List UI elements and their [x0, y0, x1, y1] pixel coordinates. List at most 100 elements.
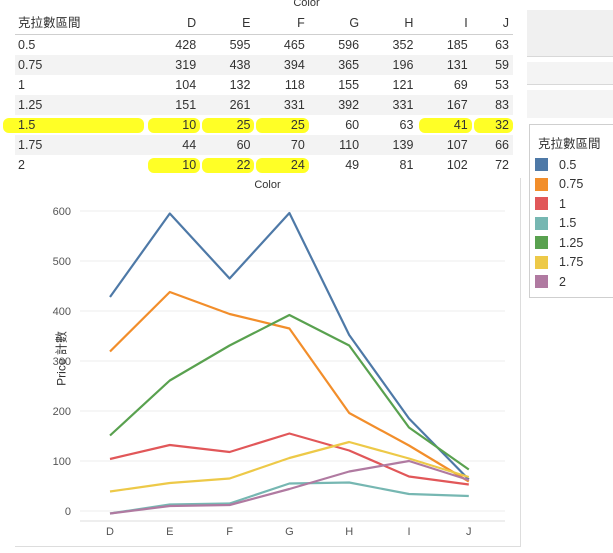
table-cell: 102: [446, 158, 468, 172]
legend-label: 2: [559, 274, 566, 289]
table-cell: 22: [236, 158, 251, 172]
table-cell: 151: [175, 98, 197, 112]
table-cell: 104: [175, 78, 197, 92]
legend-label: 1.75: [559, 255, 584, 270]
table-cell: 69: [453, 78, 468, 92]
table-cell: 60: [236, 138, 251, 152]
table-cell: 394: [283, 58, 305, 72]
table-cell: 596: [338, 38, 360, 52]
row-header-label: 克拉數區間: [15, 12, 146, 35]
side-panel-block: [527, 10, 613, 57]
table-cell: 132: [229, 78, 251, 92]
legend-item[interactable]: 1: [530, 194, 613, 214]
legend-swatch: [535, 255, 548, 269]
table-row: 0.5 428 595 465 596 352 185 63: [15, 35, 513, 56]
table-cell: 72: [495, 158, 509, 172]
legend-label: 1: [559, 196, 566, 211]
legend-item[interactable]: 2: [530, 272, 613, 292]
table-cell: 41: [453, 118, 468, 132]
legend-label: 0.5: [559, 157, 577, 172]
table-title: Color: [293, 0, 320, 9]
column-header-g: G: [308, 12, 364, 35]
table-cell: 155: [338, 78, 360, 92]
table-cell: 63: [399, 118, 414, 132]
table-cell: 107: [446, 138, 468, 152]
side-panel-block: [527, 90, 613, 118]
table-row: 0.75 319 438 394 365 196 131 59: [15, 55, 513, 75]
table-cell: 10: [182, 118, 197, 132]
legend-item[interactable]: 1.25: [530, 233, 613, 253]
table-row: 1.25 151 261 331 392 331 167 83: [15, 95, 513, 115]
table-cell: 331: [283, 98, 305, 112]
row-label: 0.5: [18, 38, 36, 52]
table-cell: 365: [338, 58, 360, 72]
table-cell: 185: [446, 38, 468, 52]
row-label: 1.25: [18, 98, 43, 112]
column-header-j: J: [471, 12, 513, 35]
legend-label: 1.5: [559, 216, 577, 231]
legend-item[interactable]: 0.75: [530, 175, 613, 195]
row-label: 1: [18, 78, 25, 92]
row-label: 1.5: [18, 118, 36, 132]
table-cell: 121: [392, 78, 414, 92]
chart-frame: [15, 178, 521, 547]
table-cell: 392: [338, 98, 360, 112]
table-cell: 331: [392, 98, 414, 112]
table-cell: 167: [446, 98, 468, 112]
table-cell: 25: [290, 118, 305, 132]
table-cell: 81: [399, 158, 414, 172]
chart-title: Color: [254, 179, 281, 191]
table-cell: 49: [345, 158, 360, 172]
legend-item[interactable]: 1.75: [530, 253, 613, 273]
table-cell: 131: [446, 58, 468, 72]
column-header-f: F: [254, 12, 309, 35]
legend-title: 克拉數區間: [538, 137, 601, 151]
legend-item[interactable]: 0.5: [530, 155, 613, 175]
row-label: 2: [18, 158, 25, 172]
row-label: 0.75: [18, 58, 43, 72]
table-cell: 24: [290, 158, 305, 172]
table-cell: 261: [229, 98, 251, 112]
table-cell: 10: [182, 158, 197, 172]
legend-swatch: [535, 158, 548, 172]
table-row: 2 10 22 24 49 81 102 72: [15, 155, 513, 175]
legend-swatch: [535, 177, 548, 191]
table-cell: 70: [290, 138, 305, 152]
column-header-h: H: [363, 12, 418, 35]
table-cell: 83: [495, 98, 509, 112]
legend-swatch: [535, 236, 548, 250]
table-cell: 595: [229, 38, 251, 52]
table-cell: 44: [182, 138, 197, 152]
legend-label: 1.25: [559, 235, 584, 250]
legend-swatch: [535, 216, 548, 230]
table-row: 1.75 44 60 70 110 139 107 66: [15, 135, 513, 155]
column-header-i: I: [417, 12, 472, 35]
table-cell: 118: [284, 78, 305, 92]
table-cell: 110: [339, 138, 360, 152]
table-header-row: 克拉數區間 DEFGHIJ: [15, 12, 513, 35]
table-cell: 60: [345, 118, 360, 132]
table-cell: 196: [392, 58, 414, 72]
legend-swatch: [535, 197, 548, 211]
table-row: 1 104 132 118 155 121 69 53: [15, 75, 513, 95]
y-axis-label: Price 計數: [54, 331, 69, 386]
table-cell: 59: [495, 58, 509, 72]
table-cell: 352: [392, 38, 414, 52]
table-cell: 32: [495, 118, 509, 132]
table-cell: 139: [392, 138, 414, 152]
side-panel-block: [527, 62, 613, 85]
table-cell: 63: [495, 38, 509, 52]
column-header-d: D: [145, 12, 201, 35]
legend: 克拉數區間 0.5 0.75 1 1.5 1.25 1.75 2: [529, 124, 613, 298]
table-cell: 428: [175, 38, 197, 52]
table-cell: 319: [175, 58, 197, 72]
legend-label: 0.75: [559, 177, 584, 192]
column-header-e: E: [200, 12, 255, 35]
table-cell: 53: [495, 78, 509, 92]
table-cell: 438: [229, 58, 251, 72]
table-cell: 465: [283, 38, 305, 52]
data-table: 克拉數區間 DEFGHIJ 0.5 428 595 465 596 352 185 63 0.7…: [15, 12, 513, 175]
legend-swatch: [535, 275, 548, 289]
legend-item[interactable]: 1.5: [530, 214, 613, 234]
table-cell: 66: [495, 138, 509, 152]
